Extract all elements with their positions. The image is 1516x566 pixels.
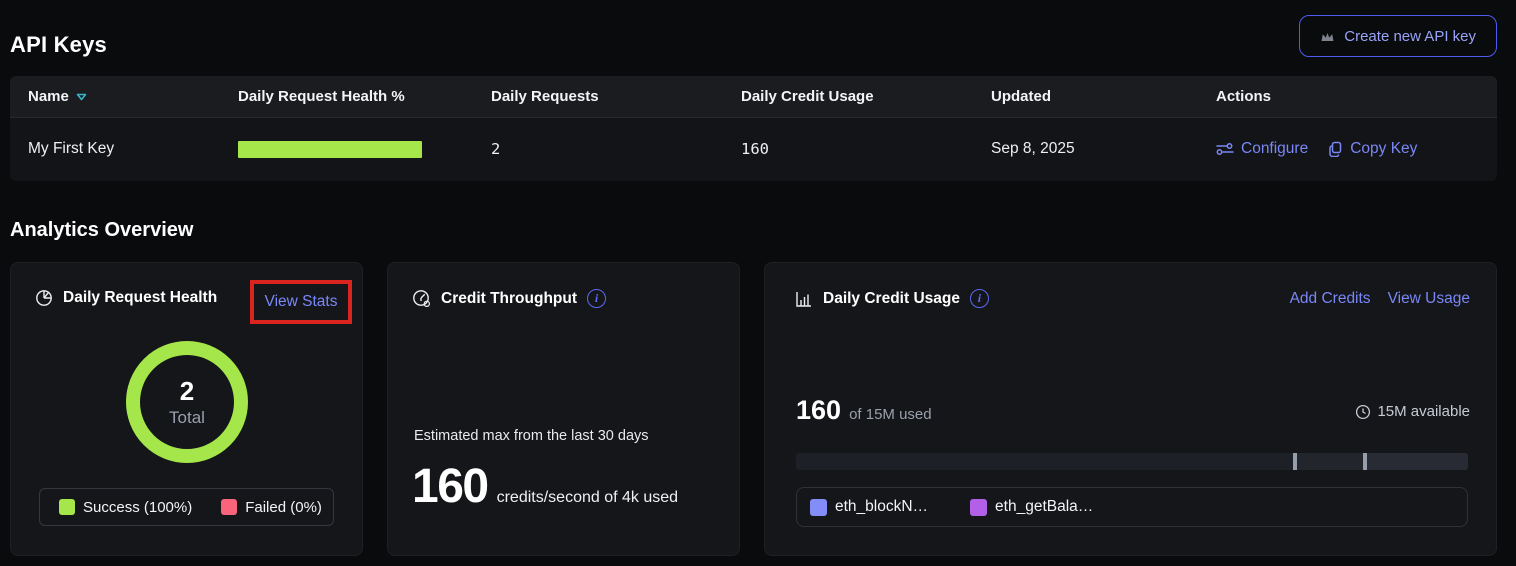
updated-value: Sep 8, 2025 [991,140,1216,158]
credit-usage-legend: eth_blockN… eth_getBala… [796,487,1468,527]
create-api-key-button[interactable]: Create new API key [1299,15,1497,57]
daily-request-health-card: Daily Request Health View Stats 2 Total … [10,262,363,556]
create-api-key-label: Create new API key [1344,28,1476,45]
throughput-subtitle: Estimated max from the last 30 days [414,428,649,444]
health-bar-fill [238,141,422,158]
progress-segment-mid [1293,453,1363,470]
sliders-icon [1216,142,1234,156]
bar-chart-icon [795,290,813,308]
legend-item-success: Success (100%) [59,499,192,516]
column-header-health: Daily Request Health % [238,88,491,105]
gauge-icon [412,289,431,308]
health-donut-chart: 2 Total [126,341,248,463]
health-legend: Success (100%) Failed (0%) [39,488,334,526]
failed-swatch [221,499,237,515]
card-title-credit-throughput: Credit Throughput [441,290,577,308]
success-swatch [59,499,75,515]
clock-icon [1355,404,1371,420]
pie-chart-icon [35,289,53,307]
info-icon[interactable]: i [970,289,989,308]
progress-marker-tick [1293,453,1297,470]
add-credits-link[interactable]: Add Credits [1290,290,1371,308]
donut-total-label: Total [169,408,205,428]
copy-icon [1328,141,1343,157]
configure-link[interactable]: Configure [1216,140,1308,158]
credit-throughput-card: Credit Throughput i Estimated max from t… [387,262,740,556]
column-header-daily-requests: Daily Requests [491,88,741,105]
throughput-value: 160 [412,459,488,514]
legend-item-eth-getbalance: eth_getBala… [970,498,1093,516]
sort-desc-icon [76,93,87,101]
crown-icon [1320,30,1335,43]
column-header-daily-credit-usage: Daily Credit Usage [741,88,991,105]
page-title: API Keys [10,32,107,58]
card-title-daily-credit-usage: Daily Credit Usage [823,290,960,308]
analytics-overview-heading: Analytics Overview [10,219,193,242]
daily-requests-value: 2 [491,140,741,158]
legend-item-failed: Failed (0%) [221,499,322,516]
key-name: My First Key [28,140,238,158]
legend-item-eth-blocknumber: eth_blockN… [810,498,928,516]
progress-segment-end [1363,453,1468,470]
throughput-unit: credits/second of 4k used [497,489,678,507]
credits-used-text: of 15M used [849,406,932,423]
api-keys-table: Name Daily Request Health % Daily Reques… [10,76,1497,181]
table-row: My First Key 2 160 Sep 8, 2025 Conf [10,118,1497,180]
table-header-row: Name Daily Request Health % Daily Reques… [10,76,1497,118]
card-title-daily-request-health: Daily Request Health [63,289,217,307]
column-header-updated: Updated [991,88,1216,105]
daily-credit-usage-value: 160 [741,140,991,158]
donut-total-value: 2 [180,376,194,407]
red-highlight-annotation: View Stats [250,280,352,324]
copy-key-link[interactable]: Copy Key [1328,140,1417,158]
credits-used-value: 160 [796,395,841,426]
view-stats-link[interactable]: View Stats [265,293,338,311]
credits-available-text: 15M available [1377,403,1470,420]
progress-marker-tick [1363,453,1367,470]
health-bar-track [238,141,422,158]
eth-getbalance-swatch [970,499,987,516]
daily-credit-usage-card: Daily Credit Usage i Add Credits View Us… [764,262,1497,556]
column-header-actions: Actions [1216,88,1497,105]
column-header-name[interactable]: Name [28,88,238,105]
info-icon[interactable]: i [587,289,606,308]
usage-progress-bar [796,453,1468,470]
eth-blocknumber-swatch [810,499,827,516]
analytics-cards: Daily Request Health View Stats 2 Total … [10,262,1497,556]
api-keys-page: API Keys Create new API key Name Daily R… [0,0,1516,566]
view-usage-link[interactable]: View Usage [1388,290,1470,308]
